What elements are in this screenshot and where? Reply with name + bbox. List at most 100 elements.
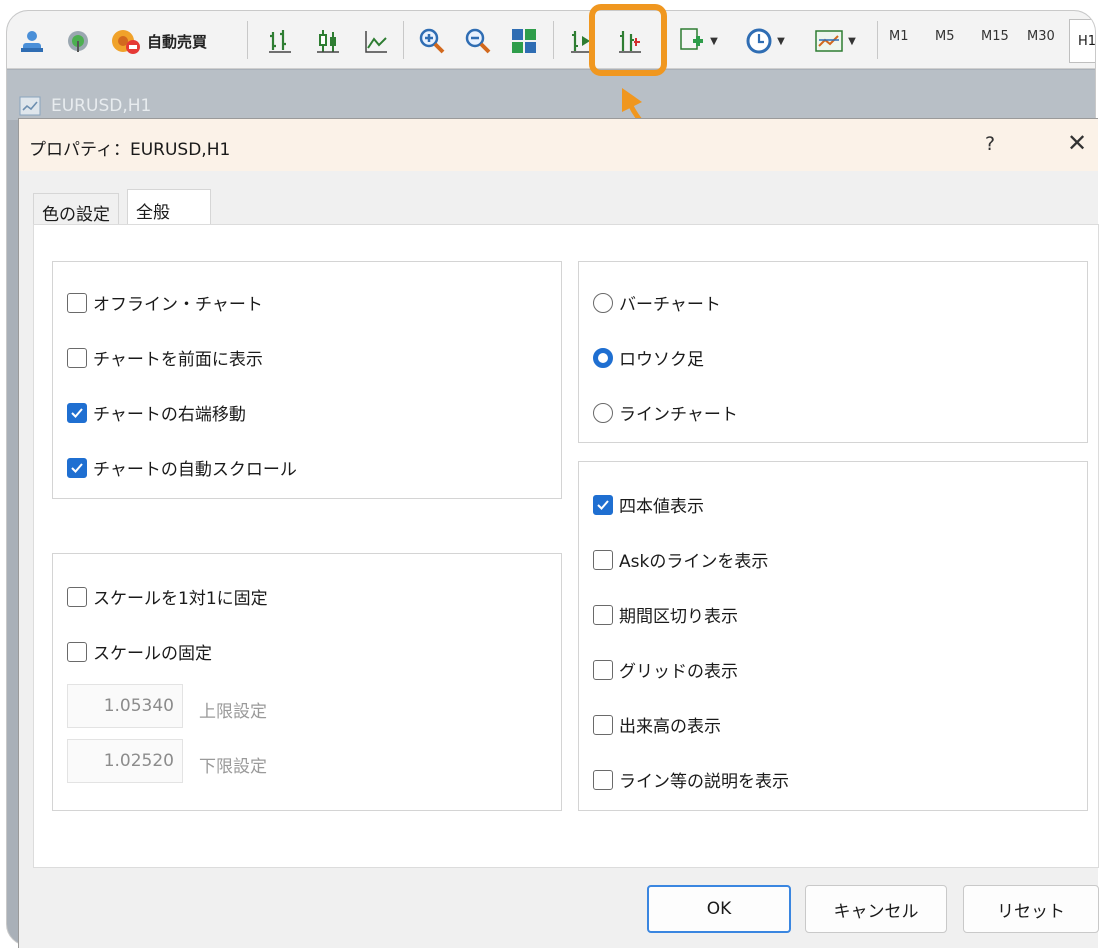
candlestick-icon[interactable] bbox=[311, 25, 345, 57]
checkbox-box bbox=[593, 549, 613, 570]
auto-trade-button[interactable]: 自動売買 bbox=[111, 25, 235, 57]
bar-chart-icon[interactable] bbox=[263, 25, 297, 57]
tile-windows-icon[interactable] bbox=[507, 25, 541, 57]
checkbox-box bbox=[67, 641, 87, 662]
object-descriptions-checkbox[interactable]: ライン等の説明を表示 bbox=[593, 767, 789, 792]
checkbox-box bbox=[593, 769, 613, 790]
toolbar-separator bbox=[247, 21, 248, 59]
option-label: スケールの固定 bbox=[93, 644, 212, 664]
zoom-out-icon[interactable] bbox=[461, 25, 495, 57]
chart-shift-checkbox[interactable]: チャートの右端移動 bbox=[67, 400, 246, 425]
scale-lower-label: 下限設定 bbox=[199, 757, 267, 777]
zoom-in-icon[interactable] bbox=[415, 25, 449, 57]
checkbox-box bbox=[67, 347, 87, 368]
dialog-title: プロパティ：EURUSD,H1 bbox=[29, 140, 231, 160]
toolbar-highlight-box bbox=[589, 4, 667, 76]
option-label: チャートの自動スクロール bbox=[93, 460, 297, 480]
option-label: 出来高の表示 bbox=[619, 717, 721, 737]
chart-window-bar: EURUSD,H1 bbox=[7, 70, 1095, 120]
period-separators-checkbox[interactable]: 期間区切り表示 bbox=[593, 602, 738, 627]
option-label: バーチャート bbox=[619, 295, 721, 315]
checkbox-box bbox=[67, 292, 87, 313]
offline-chart-checkbox[interactable]: オフライン・チャート bbox=[67, 290, 263, 315]
timeframe-h1[interactable]: H1 bbox=[1069, 19, 1095, 63]
chart-window-icon bbox=[19, 96, 41, 120]
scale-fix-one-to-one-checkbox[interactable]: スケールを1対1に固定 bbox=[67, 584, 268, 609]
checkbox-box bbox=[67, 586, 87, 607]
radio-circle bbox=[593, 347, 613, 368]
line-chart-icon[interactable] bbox=[359, 25, 393, 57]
option-label: スケールを1対1に固定 bbox=[93, 589, 268, 609]
toolbar-separator bbox=[877, 21, 878, 59]
toolbar: 自動売買 ▼ ▼ ▼ M1 M5 M15 M30 H1 bbox=[7, 11, 1095, 69]
reset-button[interactable]: リセット bbox=[963, 885, 1099, 933]
scale-upper-label: 上限設定 bbox=[199, 702, 267, 722]
check-icon bbox=[597, 499, 609, 510]
templates-dropdown[interactable]: ▼ bbox=[805, 25, 865, 57]
tab-page-general: オフライン・チャート チャートを前面に表示 チャートの右端移動 チャートの自動ス… bbox=[33, 224, 1099, 868]
account-icon[interactable] bbox=[17, 25, 47, 57]
scale-options-group: スケールを1対1に固定 スケールの固定 1.05340 上限設定 1.02520… bbox=[52, 553, 562, 811]
timeframe-m5[interactable]: M5 bbox=[935, 29, 955, 44]
auto-trade-icon bbox=[112, 30, 140, 54]
line-chart-radio[interactable]: ラインチャート bbox=[593, 400, 738, 425]
timeframe-m1[interactable]: M1 bbox=[889, 29, 909, 44]
scale-upper-input[interactable]: 1.05340 bbox=[67, 684, 183, 728]
indicators-icon bbox=[680, 28, 704, 50]
candlestick-radio[interactable]: ロウソク足 bbox=[593, 345, 704, 370]
option-label: 四本値表示 bbox=[619, 497, 704, 517]
ohlc-checkbox[interactable]: 四本値表示 bbox=[593, 492, 704, 517]
show-options-group: 四本値表示 Askのラインを表示 期間区切り表示 グリッドの表示 出来高の表示 … bbox=[578, 461, 1088, 811]
checkbox-box bbox=[593, 714, 613, 735]
timeframe-m30[interactable]: M30 bbox=[1027, 29, 1055, 44]
ok-button[interactable]: OK bbox=[647, 885, 791, 933]
cancel-button[interactable]: キャンセル bbox=[805, 885, 947, 933]
grid-checkbox[interactable]: グリッドの表示 bbox=[593, 657, 738, 682]
checkbox-box bbox=[593, 604, 613, 625]
volume-checkbox[interactable]: 出来高の表示 bbox=[593, 712, 721, 737]
indicators-dropdown[interactable]: ▼ bbox=[671, 25, 725, 57]
help-icon[interactable]: ? bbox=[985, 133, 995, 155]
check-icon bbox=[71, 462, 83, 473]
checkbox-box bbox=[67, 457, 87, 478]
chart-foreground-checkbox[interactable]: チャートを前面に表示 bbox=[67, 345, 263, 370]
close-icon[interactable]: ✕ bbox=[1067, 129, 1087, 157]
radio-circle bbox=[593, 292, 613, 313]
chevron-down-icon: ▼ bbox=[710, 35, 718, 47]
timeframe-m15[interactable]: M15 bbox=[981, 29, 1009, 44]
signal-icon[interactable] bbox=[63, 25, 93, 57]
scale-lower-input[interactable]: 1.02520 bbox=[67, 739, 183, 783]
dialog-title-bar: プロパティ：EURUSD,H1 ? ✕ bbox=[19, 119, 1098, 171]
radio-circle bbox=[593, 402, 613, 423]
properties-dialog: プロパティ：EURUSD,H1 ? ✕ 色の設定 全般 オフライン・チャート チ… bbox=[18, 118, 1099, 948]
chart-window-title: EURUSD,H1 bbox=[51, 96, 152, 116]
template-icon bbox=[815, 30, 843, 52]
option-label: チャートの右端移動 bbox=[93, 405, 246, 425]
option-label: オフライン・チャート bbox=[93, 295, 263, 315]
toolbar-separator bbox=[553, 21, 554, 59]
chart-type-group: バーチャート ロウソク足 ラインチャート bbox=[578, 261, 1088, 443]
clock-icon bbox=[746, 28, 772, 54]
option-label: 期間区切り表示 bbox=[619, 607, 738, 627]
option-label: ロウソク足 bbox=[619, 350, 704, 370]
option-label: グリッドの表示 bbox=[619, 662, 738, 682]
tab-general[interactable]: 全般 bbox=[127, 189, 211, 225]
option-label: ライン等の説明を表示 bbox=[619, 772, 789, 792]
checkbox-box bbox=[67, 402, 87, 423]
chevron-down-icon: ▼ bbox=[848, 35, 856, 47]
option-label: Askのラインを表示 bbox=[619, 552, 769, 572]
option-label: ラインチャート bbox=[619, 405, 738, 425]
timeframe-dropdown[interactable]: ▼ bbox=[737, 25, 793, 57]
chevron-down-icon: ▼ bbox=[777, 35, 785, 47]
check-icon bbox=[71, 407, 83, 418]
scale-fix-checkbox[interactable]: スケールの固定 bbox=[67, 639, 212, 664]
toolbar-separator bbox=[403, 21, 404, 59]
checkbox-box bbox=[593, 659, 613, 680]
checkbox-box bbox=[593, 494, 613, 515]
option-label: チャートを前面に表示 bbox=[93, 350, 263, 370]
tab-colors[interactable]: 色の設定 bbox=[33, 193, 119, 225]
bar-chart-radio[interactable]: バーチャート bbox=[593, 290, 721, 315]
ask-line-checkbox[interactable]: Askのラインを表示 bbox=[593, 547, 768, 572]
auto-scroll-checkbox[interactable]: チャートの自動スクロール bbox=[67, 455, 297, 480]
auto-trade-label: 自動売買 bbox=[147, 32, 208, 51]
